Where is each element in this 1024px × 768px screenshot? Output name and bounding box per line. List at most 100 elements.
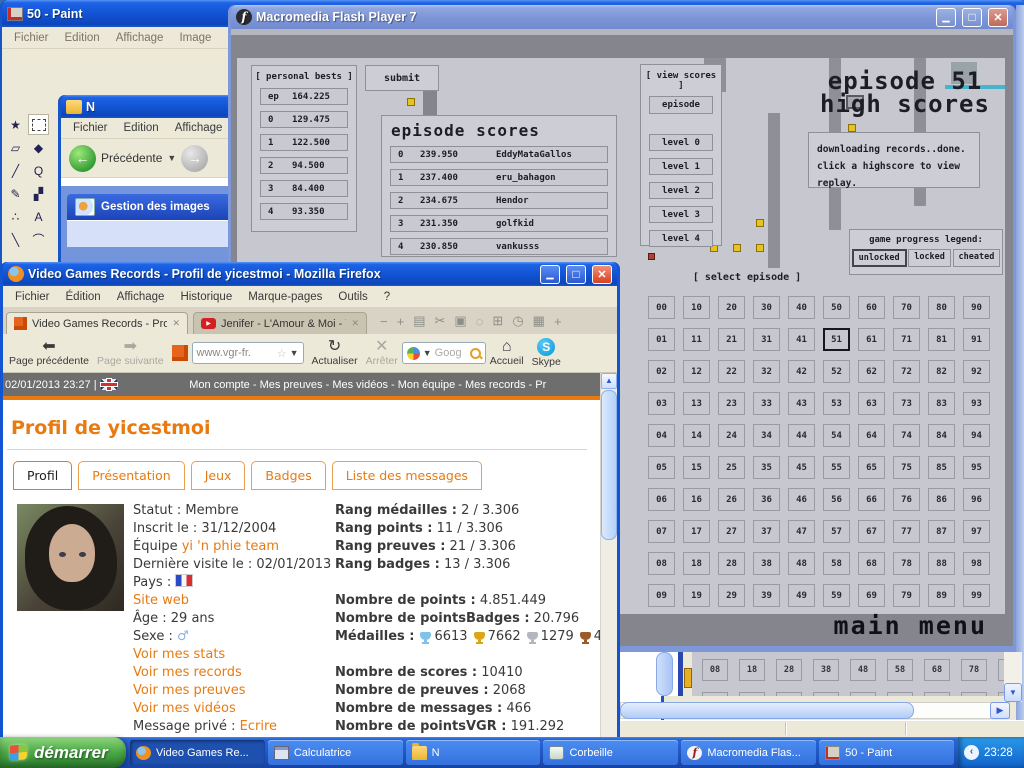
refresh-button[interactable]: ↻ Actualiser xyxy=(308,335,362,371)
home-button[interactable]: ⌂ Accueil xyxy=(486,335,528,371)
episode-07[interactable]: 07 xyxy=(648,520,675,543)
episode-97[interactable]: 97 xyxy=(963,520,990,543)
start-button[interactable]: démarrer xyxy=(0,737,126,768)
episode-80[interactable]: 80 xyxy=(928,296,955,319)
episode-47[interactable]: 47 xyxy=(788,520,815,543)
menu-affichage[interactable]: Affichage xyxy=(108,30,172,46)
spinner-icon[interactable]: ◌ xyxy=(476,314,484,329)
profile-link[interactable]: Voir mes stats xyxy=(133,647,225,662)
episode-14[interactable]: 14 xyxy=(683,424,710,447)
profile-link[interactable]: Voir mes records xyxy=(133,665,242,680)
profile-link[interactable]: yi 'n phie team xyxy=(182,539,279,554)
taskbar-item-flash[interactable]: f Macromedia Flas... xyxy=(681,740,817,765)
taskbar-item-recycle-bin[interactable]: Corbeille xyxy=(543,740,679,765)
episode-01[interactable]: 01 xyxy=(648,328,675,351)
scrollbar-thumb[interactable] xyxy=(601,390,617,540)
legend-locked[interactable]: locked xyxy=(908,249,951,267)
episode-84[interactable]: 84 xyxy=(928,424,955,447)
paint-tool-color-picker[interactable]: ╱ xyxy=(5,160,26,181)
episode-59[interactable]: 59 xyxy=(823,584,850,607)
episode-20[interactable]: 20 xyxy=(718,296,745,319)
menu-outils[interactable]: Outils xyxy=(330,289,375,305)
maximize-button[interactable] xyxy=(962,7,982,27)
personal-best-row[interactable]: 3 84.400 xyxy=(260,180,348,197)
profile-link[interactable]: Ecrire xyxy=(240,719,277,734)
episode-23[interactable]: 23 xyxy=(718,392,745,415)
menu-marque-pages[interactable]: Marque-pages xyxy=(240,289,330,305)
search-engine-caret[interactable]: ▼ xyxy=(423,348,432,358)
skype-button[interactable]: S Skype xyxy=(528,335,565,371)
episode-85[interactable]: 85 xyxy=(928,456,955,479)
episode-81[interactable]: 81 xyxy=(928,328,955,351)
menu-fichier[interactable]: Fichier xyxy=(65,120,116,136)
profile-tab-liste-des-messages[interactable]: Liste des messages xyxy=(331,461,483,490)
picture-tasks-header[interactable]: Gestion des images xyxy=(67,194,239,220)
back-label[interactable]: Précédente xyxy=(101,151,162,165)
submit-button[interactable]: submit xyxy=(365,65,439,91)
episode-12[interactable]: 12 xyxy=(683,360,710,383)
menu-édition[interactable]: Édition xyxy=(58,289,109,305)
new-window-icon[interactable]: ⊞ xyxy=(492,313,503,329)
episode-65[interactable]: 65 xyxy=(858,456,885,479)
menu-fichier[interactable]: Fichier xyxy=(6,30,57,46)
button-level-3[interactable]: level 3 xyxy=(649,206,713,223)
episode-78[interactable]: 78 xyxy=(893,552,920,575)
episode-90[interactable]: 90 xyxy=(963,296,990,319)
menu-edition[interactable]: Edition xyxy=(57,30,108,46)
button-level-1[interactable]: level 1 xyxy=(649,158,713,175)
episode-40[interactable]: 40 xyxy=(788,296,815,319)
personal-best-row[interactable]: 2 94.500 xyxy=(260,157,348,174)
tab-jenifer-youtube[interactable]: ▶ Jenifer - L'Amour & Moi - Yo... ✕ xyxy=(193,312,367,334)
plus-icon[interactable]: + xyxy=(554,314,562,329)
profile-tab-profil[interactable]: Profil xyxy=(13,461,73,490)
taskbar-item-folder[interactable]: N xyxy=(405,740,541,765)
paint-tool-line[interactable]: ╲ xyxy=(5,229,26,250)
history-icon[interactable]: ◷ xyxy=(512,313,523,329)
site-nav-links[interactable]: Mon compte - Mes preuves - Mes vidéos - … xyxy=(121,379,615,391)
episode-56[interactable]: 56 xyxy=(823,488,850,511)
episode-02[interactable]: 02 xyxy=(648,360,675,383)
episode-76[interactable]: 76 xyxy=(893,488,920,511)
episode-94[interactable]: 94 xyxy=(963,424,990,447)
background-scrollbar-thumb[interactable] xyxy=(656,652,673,696)
episode-18[interactable]: 18 xyxy=(683,552,710,575)
episode-99[interactable]: 99 xyxy=(963,584,990,607)
episode-00[interactable]: 00 xyxy=(648,296,675,319)
maximize-button[interactable] xyxy=(566,264,586,284)
paint-tool-select[interactable] xyxy=(28,114,49,135)
browser-scrollbar[interactable]: ▲ xyxy=(600,373,617,737)
paint-tool-magnifier[interactable]: Q xyxy=(28,160,49,181)
profile-link[interactable]: Voir mes preuves xyxy=(133,683,246,698)
paint-tool-freeform-select[interactable]: ★ xyxy=(5,114,26,135)
button-level-0[interactable]: level 0 xyxy=(649,134,713,151)
site-identity-icon[interactable] xyxy=(171,345,188,361)
minimize-button[interactable] xyxy=(936,7,956,27)
bookmark-star-icon[interactable]: ☆ xyxy=(277,347,287,360)
episode-54[interactable]: 54 xyxy=(823,424,850,447)
paint-tool-brush[interactable]: ▞ xyxy=(28,183,49,204)
episode-button[interactable]: episode xyxy=(649,96,713,114)
episode-43[interactable]: 43 xyxy=(788,392,815,415)
episode-score-row[interactable]: 3 231.350 golfkid xyxy=(390,215,608,232)
episode-45[interactable]: 45 xyxy=(788,456,815,479)
tab-close-icon[interactable]: ✕ xyxy=(172,318,180,329)
episode-05[interactable]: 05 xyxy=(648,456,675,479)
button-level-2[interactable]: level 2 xyxy=(649,182,713,199)
menu-?[interactable]: ? xyxy=(376,289,398,305)
episode-93[interactable]: 93 xyxy=(963,392,990,415)
tab-close-icon[interactable]: ✕ xyxy=(351,318,359,329)
paint-tool-curve[interactable]: ⌒ xyxy=(28,229,49,250)
firefox-titlebar[interactable]: Video Games Records - Profil de yicestmo… xyxy=(3,262,617,286)
profile-tab-présentation[interactable]: Présentation xyxy=(78,461,185,490)
background-hscrollbar-thumb[interactable] xyxy=(620,702,914,719)
episode-37[interactable]: 37 xyxy=(753,520,780,543)
episode-89[interactable]: 89 xyxy=(928,584,955,607)
episode-17[interactable]: 17 xyxy=(683,520,710,543)
episode-87[interactable]: 87 xyxy=(928,520,955,543)
episode-42[interactable]: 42 xyxy=(788,360,815,383)
scroll-up-button[interactable]: ▲ xyxy=(601,373,617,389)
back-button[interactable]: ⬅ Page précédente xyxy=(5,335,93,371)
profile-tab-badges[interactable]: Badges xyxy=(251,461,326,490)
episode-52[interactable]: 52 xyxy=(823,360,850,383)
episode-25[interactable]: 25 xyxy=(718,456,745,479)
